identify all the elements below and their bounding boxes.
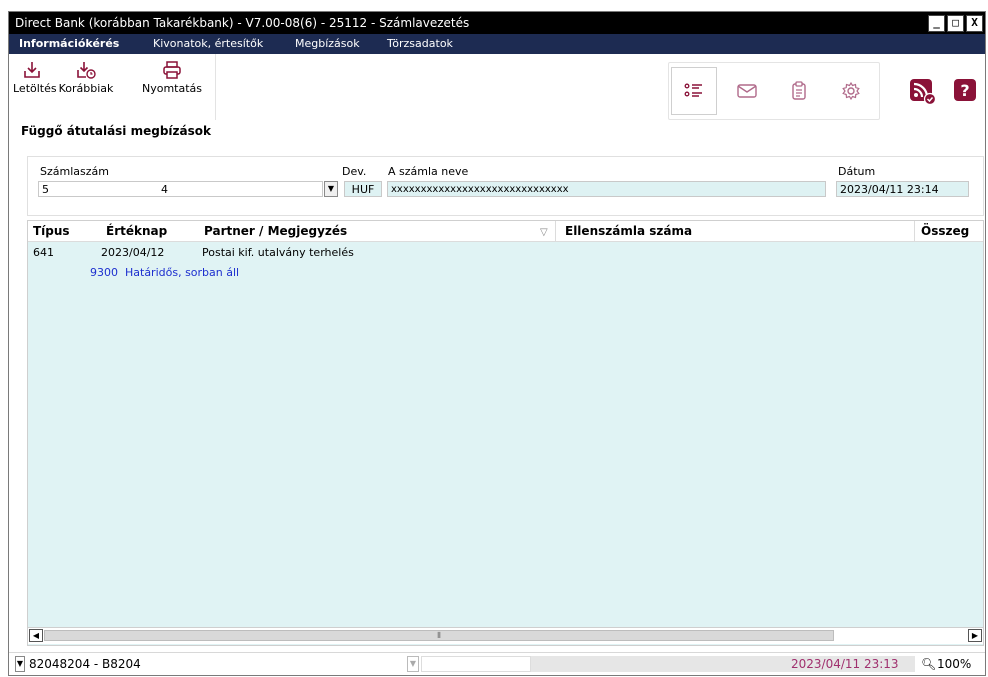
status-user: 82048204 - B8204: [29, 657, 141, 671]
download-button[interactable]: Letöltés: [13, 60, 57, 95]
status-datetime: 2023/04/11 23:13: [787, 656, 915, 672]
minimize-button[interactable]: _: [928, 15, 945, 32]
window-title: Direct Bank (korábban Takarékbank) - V7.…: [15, 16, 470, 30]
rss-button[interactable]: [909, 78, 937, 106]
column-header-osszeg[interactable]: Összeg: [921, 221, 969, 241]
grid-header: Típus Értéknap Partner / Megjegyzés ▽ El…: [28, 221, 983, 242]
user-dropdown-button[interactable]: ▼: [15, 656, 25, 672]
column-divider: [555, 221, 556, 241]
account-panel: Számlaszám 5 4 ▼ Dev. HUF A számla neve …: [27, 156, 984, 216]
title-bar: Direct Bank (korábban Takarékbank) - V7.…: [9, 12, 985, 34]
menu-item-megbizasok[interactable]: Megbízások: [295, 34, 360, 54]
row-partner: Postai kif. utalvány terhelés: [202, 246, 354, 259]
clipboard-button[interactable]: [777, 69, 821, 113]
account-name-label: A számla neve: [388, 165, 469, 178]
column-divider: [914, 221, 915, 241]
row-type: 641: [33, 246, 54, 259]
clipboard-icon: [792, 81, 806, 100]
messages-button[interactable]: [725, 69, 769, 113]
scroll-thumb[interactable]: ⦀: [44, 630, 834, 641]
column-header-ellenszamla[interactable]: Ellenszámla száma: [565, 221, 692, 241]
account-dropdown-button[interactable]: ▼: [324, 181, 338, 197]
horizontal-scrollbar[interactable]: ◀ ⦀ ▶: [28, 627, 983, 644]
date-label: Dátum: [838, 165, 876, 178]
account-number-field[interactable]: 5 4: [38, 181, 323, 197]
close-button[interactable]: X: [966, 15, 983, 32]
svg-text:?: ?: [960, 81, 969, 100]
account-number-part2: 4: [161, 183, 168, 196]
list-view-button[interactable]: [671, 67, 717, 115]
envelope-icon: [737, 84, 757, 98]
status-spacer: [531, 656, 787, 672]
printer-icon: [163, 61, 181, 79]
zoom-level[interactable]: 100%: [937, 656, 971, 672]
column-header-erteknap[interactable]: Értéknap: [106, 221, 167, 241]
status-dropdown-button[interactable]: ▼: [407, 656, 419, 672]
toolbar: Letöltés Korábbiak Nyomtatás ?: [9, 54, 985, 122]
account-number-label: Számlaszám: [40, 165, 109, 178]
view-switcher: [668, 62, 880, 120]
previous-label: Korábbiak: [58, 82, 114, 95]
zoom-icon[interactable]: 🔍︎: [921, 656, 936, 672]
help-icon: ?: [954, 79, 976, 101]
status-bar: ▼ 82048204 - B8204 ▼ 2023/04/11 23:13 🔍︎…: [9, 652, 985, 675]
toolbar-action-group: Letöltés Korábbiak Nyomtatás: [9, 54, 216, 120]
menu-item-torzsadatok[interactable]: Törzsadatok: [387, 34, 453, 54]
settings-button[interactable]: [829, 69, 873, 113]
app-window: Direct Bank (korábban Takarékbank) - V7.…: [8, 11, 986, 676]
page-title: Függő átutalási megbízások: [21, 124, 211, 138]
scroll-left-button[interactable]: ◀: [29, 629, 43, 642]
gear-icon: [842, 81, 860, 101]
menu-item-informaciokeres[interactable]: Információkérés: [19, 34, 119, 54]
filter-icon[interactable]: ▽: [540, 223, 548, 243]
list-icon: [684, 83, 702, 97]
row-status: 9300 Határidős, sorban áll: [90, 266, 240, 279]
rss-check-icon: [910, 79, 937, 106]
help-button[interactable]: ?: [953, 78, 977, 102]
date-field: 2023/04/11 23:14: [836, 181, 969, 197]
maximize-button[interactable]: □: [947, 15, 964, 32]
download-label: Letöltés: [13, 82, 57, 95]
history-download-icon: [77, 62, 96, 79]
account-number-part1: 5: [42, 183, 49, 196]
status-progress-field: [421, 656, 531, 672]
print-label: Nyomtatás: [141, 82, 203, 95]
menu-bar: Információkérés Kivonatok, értesítők Meg…: [9, 34, 985, 54]
previous-button[interactable]: Korábbiak: [54, 60, 118, 95]
column-header-tipus[interactable]: Típus: [33, 221, 70, 241]
column-header-partner[interactable]: Partner / Megjegyzés: [204, 221, 347, 241]
scroll-right-button[interactable]: ▶: [968, 629, 982, 642]
download-icon: [24, 62, 40, 78]
account-name-field: xxxxxxxxxxxxxxxxxxxxxxxxxxxxxx: [387, 181, 826, 197]
window-controls: _ □ X: [928, 15, 983, 32]
print-button[interactable]: Nyomtatás: [139, 60, 205, 95]
currency-label: Dev.: [342, 165, 367, 178]
currency-field: HUF: [344, 181, 382, 197]
transactions-grid: Típus Értéknap Partner / Megjegyzés ▽ El…: [27, 220, 984, 646]
row-value-date: 2023/04/12: [101, 246, 165, 259]
menu-item-kivonatok[interactable]: Kivonatok, értesítők: [153, 34, 263, 54]
